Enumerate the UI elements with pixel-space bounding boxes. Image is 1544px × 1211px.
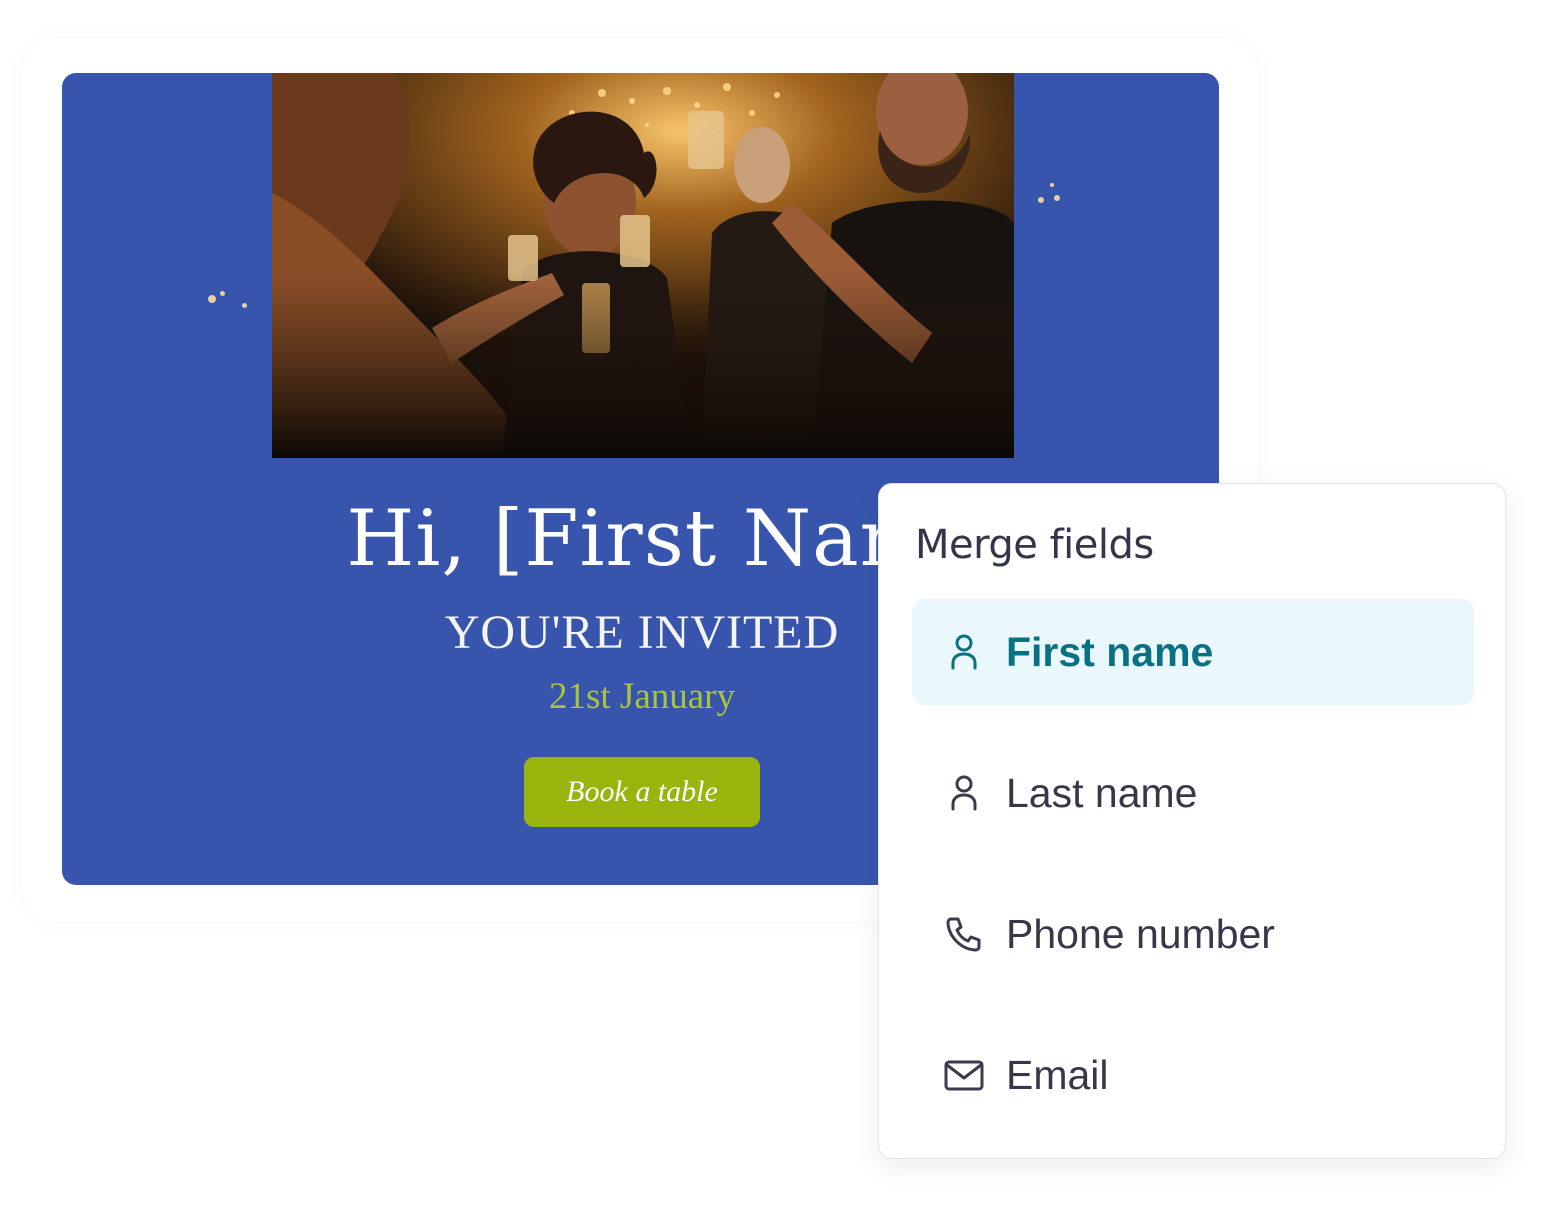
- phone-icon: [946, 917, 981, 952]
- merge-field-label: Last name: [1006, 770, 1198, 816]
- merge-field-label: Phone number: [1006, 911, 1275, 957]
- merge-field-first-name[interactable]: First name: [912, 599, 1474, 705]
- canvas: Hi, [First Nam YOU'RE INVITED 21st Janua…: [0, 0, 1544, 1211]
- merge-fields-panel: Merge fields First name Last name Phone …: [878, 483, 1506, 1159]
- merge-field-label: First name: [1006, 629, 1214, 675]
- book-a-table-button[interactable]: Book a table: [524, 757, 760, 827]
- panel-title: Merge fields: [915, 522, 1154, 568]
- person-icon: [951, 634, 977, 670]
- sparkle-decoration: [1054, 195, 1060, 201]
- merge-field-last-name[interactable]: Last name: [912, 740, 1474, 846]
- sparkle-decoration: [220, 291, 225, 296]
- merge-field-phone-number[interactable]: Phone number: [912, 881, 1474, 987]
- person-icon: [951, 775, 977, 811]
- sparkle-decoration: [208, 295, 216, 303]
- sparkle-decoration: [1050, 183, 1054, 187]
- mail-icon: [944, 1060, 984, 1091]
- merge-field-email[interactable]: Email: [912, 1022, 1474, 1128]
- sparkle-decoration: [242, 303, 247, 308]
- party-photo: [272, 73, 1014, 458]
- party-photo-illustration: [272, 73, 1014, 458]
- merge-field-label: Email: [1006, 1052, 1109, 1098]
- sparkle-decoration: [1038, 197, 1044, 203]
